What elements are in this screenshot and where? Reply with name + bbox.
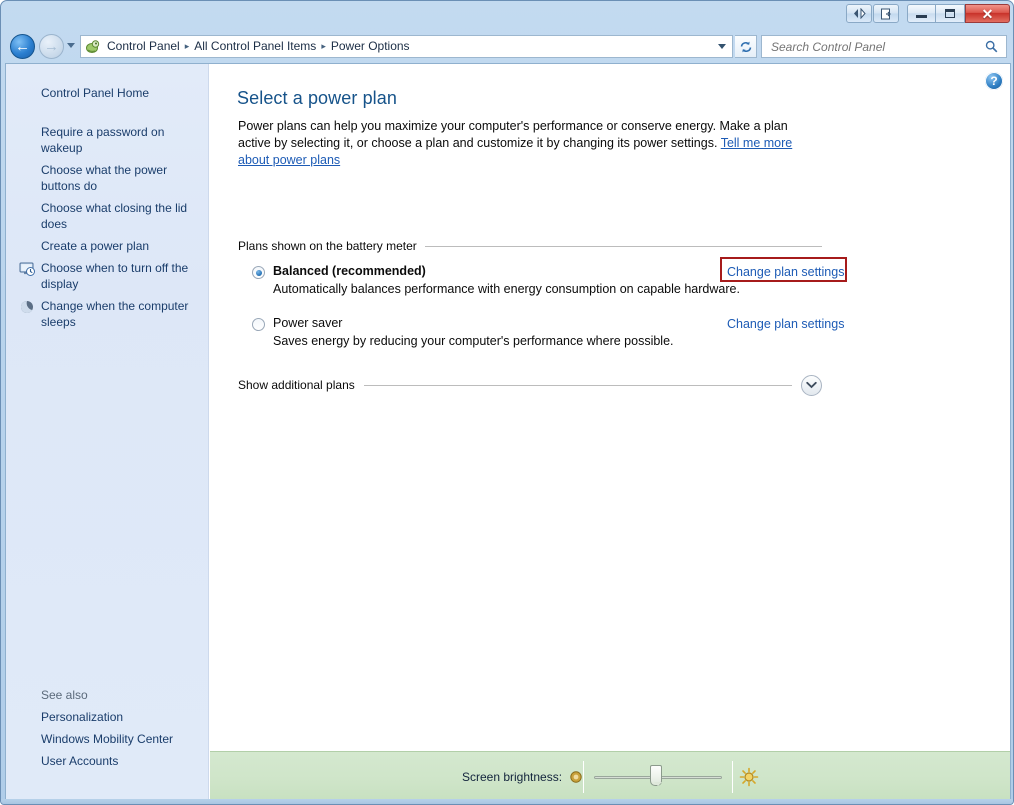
maximize-button[interactable]	[936, 4, 965, 23]
ie-compat-icon	[853, 8, 866, 19]
brightness-separator	[732, 761, 734, 793]
sidebar-item-label: Control Panel Home	[41, 86, 150, 100]
plans-section-label: Plans shown on the battery meter	[238, 239, 417, 253]
plan-radio-power-saver[interactable]	[252, 318, 265, 331]
recent-pages-chevron-icon[interactable]	[67, 43, 75, 48]
caption-button-group: ✕	[846, 4, 1010, 23]
close-button[interactable]: ✕	[965, 4, 1010, 23]
brightness-slider-thumb[interactable]	[650, 765, 663, 786]
minimize-icon	[916, 15, 927, 18]
back-arrow-icon: ←	[15, 38, 30, 55]
brightness-separator	[583, 761, 585, 793]
show-additional-plans-label: Show additional plans	[238, 378, 355, 392]
address-bar[interactable]: Control Panel ▸ All Control Panel Items …	[80, 35, 733, 58]
forward-button[interactable]: →	[39, 34, 64, 59]
section-divider	[424, 245, 822, 247]
maximize-icon	[945, 9, 955, 18]
sidebar-item-label: Choose what the power buttons do	[41, 163, 168, 193]
sidebar-task-list: Control Panel Home Require a password on…	[6, 82, 209, 333]
refresh-button[interactable]	[735, 35, 757, 58]
see-also-title: See also	[41, 688, 88, 702]
brightness-slider[interactable]	[594, 765, 723, 787]
ie-compat-button[interactable]	[846, 4, 872, 23]
navigation-bar: ← → Control Panel ▸ All Control Panel It…	[1, 31, 1013, 63]
sidebar-item-label: Windows Mobility Center	[41, 732, 174, 746]
sidebar-item-label: Change when the computer sleeps	[41, 299, 189, 329]
control-panel-icon	[85, 39, 101, 55]
title-bar: ✕	[1, 1, 1013, 31]
plan-name: Balanced (recommended)	[273, 264, 426, 278]
sidebar-item-label: Create a power plan	[41, 239, 150, 253]
section-divider	[363, 384, 792, 386]
intro-text: Power plans can help you maximize your c…	[238, 119, 788, 150]
intro-paragraph: Power plans can help you maximize your c…	[238, 118, 816, 169]
display-clock-icon	[19, 261, 35, 277]
breadcrumb-control-panel[interactable]: Control Panel	[104, 36, 183, 57]
sidebar-item-personalization[interactable]: Personalization	[6, 706, 209, 728]
sidebar-item-mobility-center[interactable]: Windows Mobility Center	[6, 728, 209, 750]
breadcrumb-separator-icon[interactable]: ▸	[183, 41, 192, 52]
search-icon[interactable]	[985, 40, 998, 53]
forward-arrow-icon: →	[44, 38, 59, 55]
sidebar-item-label: Choose what closing the lid does	[41, 201, 188, 231]
change-plan-settings-link-power-saver[interactable]: Change plan settings	[727, 317, 844, 331]
help-button[interactable]: ?	[985, 72, 1003, 90]
sidebar-item-power-buttons[interactable]: Choose what the power buttons do	[6, 159, 209, 197]
breadcrumb-separator-icon[interactable]: ▸	[319, 41, 328, 52]
highlight-annotation-box	[720, 257, 847, 282]
breadcrumb-power-options[interactable]: Power Options	[328, 36, 413, 57]
plan-radio-balanced[interactable]	[252, 266, 265, 279]
sidebar-item-control-panel-home[interactable]: Control Panel Home	[6, 82, 209, 104]
plan-description: Saves energy by reducing your computer's…	[273, 334, 674, 348]
sidebar-item-turn-off-display[interactable]: Choose when to turn off the display	[6, 257, 209, 295]
breadcrumb-all-items[interactable]: All Control Panel Items	[191, 36, 319, 57]
sidebar-item-create-plan[interactable]: Create a power plan	[6, 235, 209, 257]
sidebar-item-require-password[interactable]: Require a password on wakeup	[6, 121, 209, 159]
bright-sun-icon	[739, 767, 759, 787]
back-button[interactable]: ←	[10, 34, 35, 59]
power-options-window: ✕ ← → Control Panel ▸ All Control Panel	[0, 0, 1014, 805]
search-input[interactable]	[769, 38, 978, 55]
sidebar-item-label: User Accounts	[41, 754, 119, 768]
screen-brightness-label: Screen brightness:	[461, 770, 563, 784]
client-area: Control Panel Home Require a password on…	[5, 63, 1011, 802]
sidebar-item-user-accounts[interactable]: User Accounts	[6, 750, 209, 772]
address-dropdown-chevron-icon[interactable]	[718, 44, 726, 49]
plan-name: Power saver	[273, 316, 343, 330]
show-additional-plans-row[interactable]: Show additional plans	[238, 374, 822, 396]
sidebar-item-closing-lid[interactable]: Choose what closing the lid does	[6, 197, 209, 235]
dim-sun-icon	[570, 771, 582, 783]
sidebar-item-label: Choose when to turn off the display	[41, 261, 189, 291]
screen-brightness-bar: Screen brightness:	[210, 751, 1010, 802]
moon-sleep-icon	[19, 299, 35, 315]
page-tools-icon	[881, 8, 891, 19]
plans-section-header: Plans shown on the battery meter	[238, 239, 822, 253]
minimize-button[interactable]	[907, 4, 936, 23]
page-tools-button[interactable]	[873, 4, 899, 23]
see-also-section: See also Personalization Windows Mobilit…	[6, 684, 209, 772]
sidebar-item-computer-sleeps[interactable]: Change when the computer sleeps	[6, 295, 209, 333]
main-content: ? Select a power plan Power plans can he…	[210, 64, 1010, 802]
sidebar-item-label: Require a password on wakeup	[41, 125, 165, 155]
sidebar-item-label: Personalization	[41, 710, 124, 724]
plan-description: Automatically balances performance with …	[273, 282, 740, 296]
window-bottom-frame	[1, 799, 1013, 804]
page-title: Select a power plan	[237, 88, 397, 108]
expand-chevron-down-icon[interactable]	[801, 374, 822, 396]
search-box[interactable]	[761, 35, 1007, 58]
refresh-icon	[740, 41, 751, 52]
sidebar: Control Panel Home Require a password on…	[6, 64, 209, 802]
close-icon: ✕	[981, 5, 994, 22]
help-icon: ?	[990, 74, 998, 88]
